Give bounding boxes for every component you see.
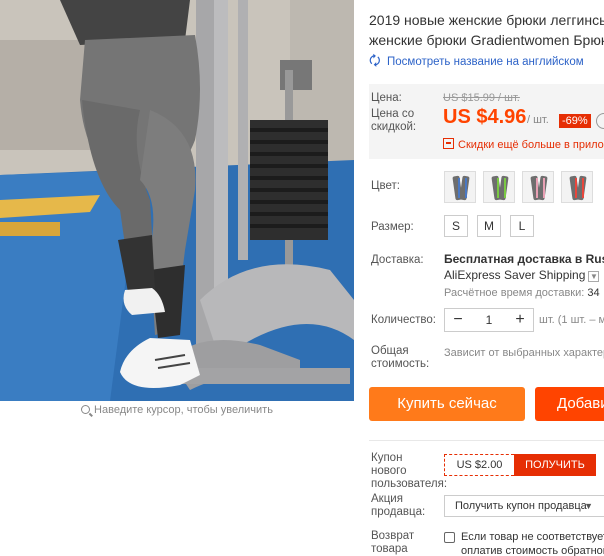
per-unit: / шт. xyxy=(527,114,549,126)
price-label: Цена: xyxy=(371,92,402,104)
seller-promo-label: Акция продавца: xyxy=(371,493,426,518)
swatch-stripe xyxy=(582,178,584,198)
color-swatches xyxy=(444,171,593,203)
discount-badge: -69% xyxy=(559,114,591,128)
price-box: Цена: US $15.99 / шт. Цена со скидкой: U… xyxy=(369,84,604,159)
product-info-panel: 2019 новые женские брюки леггинсы женски… xyxy=(369,0,604,556)
quantity-increase-button[interactable]: + xyxy=(507,311,533,329)
total-label: Общая стоимость: xyxy=(371,345,430,370)
quantity-decrease-button[interactable]: − xyxy=(445,311,471,329)
product-photo xyxy=(0,0,354,401)
return-policy-text: Если товар не соответствует оплатив стои… xyxy=(461,531,604,556)
translate-title-link[interactable]: 🗘 Посмотреть название на английском xyxy=(369,52,584,74)
original-price: US $15.99 / шт. xyxy=(443,92,520,104)
app-discount-link[interactable]: Скидки ещё больше в прило xyxy=(443,138,604,151)
new-user-coupon-label: Купон нового пользователя: xyxy=(371,452,448,490)
total-hint: Зависит от выбранных характер xyxy=(444,347,604,359)
discount-price-label: Цена со скидкой: xyxy=(371,108,417,133)
size-label: Размер: xyxy=(371,221,414,233)
coupon-amount: US $2.00 xyxy=(444,454,514,476)
size-option-l[interactable]: L xyxy=(510,215,534,237)
shipping-label: Доставка: xyxy=(371,254,424,266)
product-title: 2019 новые женские брюки леггинсы женски… xyxy=(369,12,604,48)
seller-coupon-select[interactable]: Получить купон продавца ▼ xyxy=(444,495,604,517)
swatch-stripe xyxy=(536,178,538,198)
info-circle-icon[interactable] xyxy=(596,113,604,129)
shipping-main: Бесплатная доставка в Russian xyxy=(444,252,604,266)
add-to-cart-button[interactable]: Добавить xyxy=(535,387,604,421)
return-policy-icon xyxy=(444,532,455,543)
chevron-down-icon: ▼ xyxy=(584,501,593,511)
size-options: S M L xyxy=(444,215,534,237)
returns-label: Возврат товара xyxy=(371,530,415,555)
color-swatch-4[interactable] xyxy=(561,171,593,203)
app-discount-icon xyxy=(443,138,454,149)
size-option-m[interactable]: M xyxy=(477,215,501,237)
chevron-down-icon: ▼ xyxy=(588,271,600,282)
translate-icon: 🗘 xyxy=(369,53,381,68)
swatch-stripe xyxy=(465,178,467,198)
swatch-stripe xyxy=(497,178,499,198)
swatch-stripe xyxy=(458,178,460,198)
get-coupon-button[interactable]: ПОЛУЧИТЬ xyxy=(514,454,596,476)
quantity-input[interactable]: 1 xyxy=(471,313,507,327)
swatch-stripe xyxy=(543,178,545,198)
quantity-hint: шт. (1 шт. – м xyxy=(539,314,604,326)
color-swatch-2[interactable] xyxy=(483,171,515,203)
color-label: Цвет: xyxy=(371,180,400,192)
delivery-time: Расчётное время доставки: 34 xyxy=(444,287,600,299)
zoom-hint: Наведите курсор, чтобы увеличить xyxy=(0,404,354,416)
buy-now-button[interactable]: Купить сейчас xyxy=(369,387,525,421)
color-swatch-3[interactable] xyxy=(522,171,554,203)
shipping-service-select[interactable]: AliExpress Saver Shipping ▼ xyxy=(444,268,600,282)
sale-price: US $4.96 xyxy=(443,106,527,128)
quantity-label: Количество: xyxy=(371,314,436,326)
size-option-s[interactable]: S xyxy=(444,215,468,237)
divider xyxy=(369,440,604,441)
swatch-stripe xyxy=(504,178,506,198)
color-swatch-1[interactable] xyxy=(444,171,476,203)
quantity-stepper: − 1 + xyxy=(444,308,534,332)
product-main-image[interactable] xyxy=(0,0,354,401)
magnifier-icon xyxy=(81,405,91,414)
swatch-stripe xyxy=(575,178,577,198)
